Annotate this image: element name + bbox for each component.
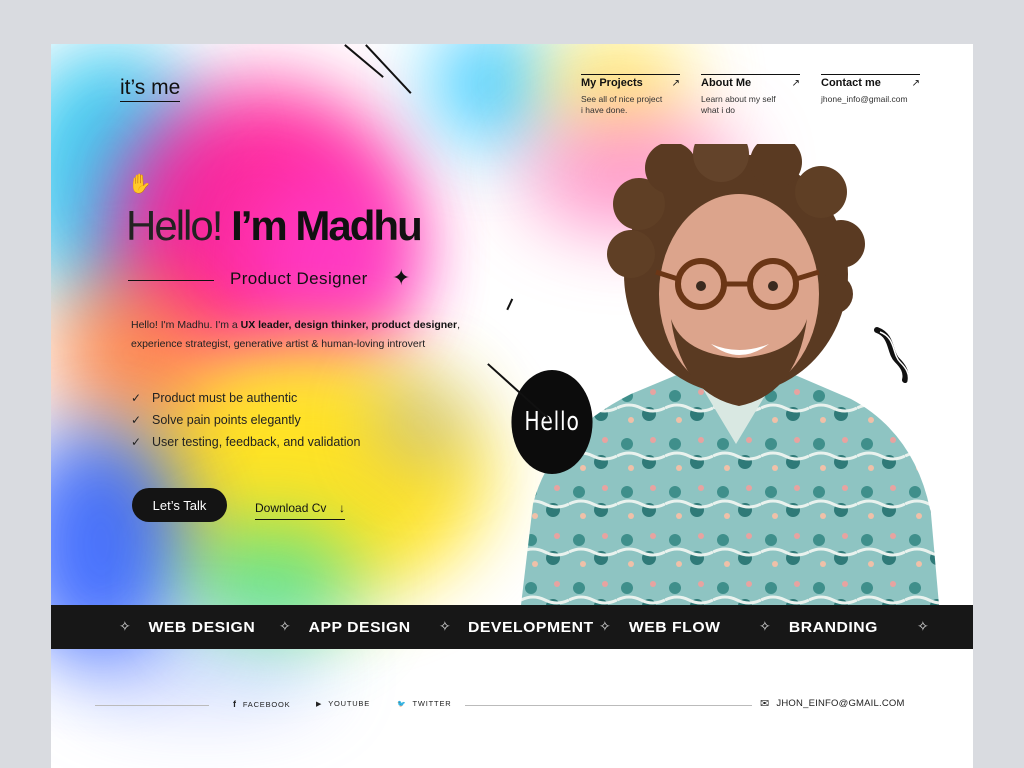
decorative-line xyxy=(506,298,513,311)
footer-link-facebook[interactable]: f FACEBOOK xyxy=(233,699,290,709)
waving-hand-icon: ✋ xyxy=(128,174,152,195)
hello-badge: Hello xyxy=(511,370,593,474)
list-item-text: User testing, feedback, and validation xyxy=(152,435,361,449)
nav-my-projects[interactable]: My Projects ↗ See all of nice project i ha… xyxy=(581,74,680,116)
hero-heading: Hello! I’m Madhu xyxy=(126,202,423,250)
ticker-item: APP DESIGN xyxy=(308,618,411,636)
divider xyxy=(128,280,214,281)
sparkle-icon: ✦ xyxy=(392,265,411,290)
bio-text: experience strategist, generative artist… xyxy=(131,338,426,350)
ticker-item: BRANDING xyxy=(788,618,878,636)
bio-text: Hello! I'm Madhu. I'm a xyxy=(131,319,241,331)
list-item-text: Product must be authentic xyxy=(152,391,298,405)
arrow-down-icon: ↓ xyxy=(339,500,345,515)
star-icon: ✧ xyxy=(917,618,929,634)
check-icon: ✓ xyxy=(131,435,142,449)
decorative-line xyxy=(344,44,384,78)
footer-link-label: FACEBOOK xyxy=(242,699,291,709)
bio-text: , xyxy=(457,319,461,331)
list-item: ✓ Product must be authentic xyxy=(131,387,360,409)
portfolio-page: it’s me My Projects ↗ See all of nice pro… xyxy=(51,44,973,768)
arrow-up-right-icon: ↗ xyxy=(911,77,920,89)
footer: f FACEBOOK ▶ YOUTUBE 🐦 TWITTER ✉ JHON_EI… xyxy=(51,696,973,716)
lets-talk-button[interactable]: Let’s Talk xyxy=(132,488,227,522)
star-icon: ✧ xyxy=(119,618,131,634)
list-item: ✓ User testing, feedback, and validation xyxy=(131,431,360,453)
ticker-item: DEVELOPMENT xyxy=(468,618,594,636)
nav-title[interactable]: Contact me xyxy=(821,77,881,89)
nav-title[interactable]: My Projects xyxy=(581,77,643,89)
nav-subtitle: Learn about my self xyxy=(701,94,776,104)
hero-name: I’m Madhu xyxy=(231,202,423,249)
star-icon: ✧ xyxy=(759,618,771,634)
download-cv-button[interactable]: Download Cv ↓ xyxy=(255,496,345,520)
footer-link-label: TWITTER xyxy=(412,699,452,708)
check-icon: ✓ xyxy=(131,413,142,427)
mail-icon: ✉ xyxy=(760,698,770,710)
footer-link-youtube[interactable]: ▶ YOUTUBE xyxy=(316,699,370,708)
download-cv-label: Download Cv xyxy=(255,500,327,515)
footer-email[interactable]: ✉ JHON_EINFO@GMAIL.COM xyxy=(760,697,905,710)
nav-subtitle: See all of nice project xyxy=(581,94,663,104)
nav-title[interactable]: About Me xyxy=(701,77,751,89)
star-icon: ✧ xyxy=(599,618,611,634)
site-logo[interactable]: it’s me xyxy=(120,76,181,102)
star-icon: ✧ xyxy=(439,618,451,634)
gradient-blob xyxy=(381,384,461,464)
divider xyxy=(95,705,209,706)
star-icon: ✧ xyxy=(279,618,291,634)
facebook-icon: f xyxy=(233,699,237,709)
footer-link-twitter[interactable]: 🐦 TWITTER xyxy=(397,699,451,708)
ticker-item: WEB DESIGN xyxy=(148,618,256,636)
principles-list: ✓ Product must be authentic ✓ Solve pain p… xyxy=(131,387,360,453)
bio-highlight: UX leader, design thinker, product desig… xyxy=(240,319,458,331)
hero-role: Product Designer xyxy=(230,269,368,288)
arrow-up-right-icon: ↗ xyxy=(791,77,800,89)
services-ticker: ✧ WEB DESIGN ✧ APP DESIGN ✧ DEVELOPMENT … xyxy=(51,605,973,649)
ticker-item: WEB FLOW xyxy=(628,618,721,636)
arrow-up-right-icon: ↗ xyxy=(671,77,680,89)
list-item: ✓ Solve pain points elegantly xyxy=(131,409,360,431)
gradient-blob xyxy=(431,44,551,144)
twitter-icon: 🐦 xyxy=(397,700,407,708)
nav-subtitle: i have done. xyxy=(581,105,628,115)
divider xyxy=(465,705,752,706)
hero-greeting: Hello! xyxy=(126,202,223,249)
footer-email-text: JHON_EINFO@GMAIL.COM xyxy=(776,698,905,709)
nav-subtitle: jhone_info@gmail.com xyxy=(821,94,908,104)
check-icon: ✓ xyxy=(131,391,142,405)
footer-link-label: YOUTUBE xyxy=(328,699,371,708)
nav-subtitle: what i do xyxy=(701,105,736,115)
nav-about-me[interactable]: About Me ↗ Learn about my self what i do xyxy=(701,74,800,116)
hero-bio: Hello! I'm Madhu. I'm a UX leader, desig… xyxy=(131,316,461,354)
youtube-icon: ▶ xyxy=(316,700,323,708)
nav-contact-me[interactable]: Contact me ↗ jhone_info@gmail.com xyxy=(821,74,920,105)
portrait-photo xyxy=(521,144,939,605)
list-item-text: Solve pain points elegantly xyxy=(152,413,301,427)
